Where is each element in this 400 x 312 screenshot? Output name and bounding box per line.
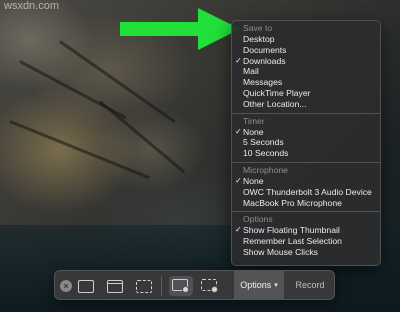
options-menu: Save to Desktop Documents ✓ Downloads Mail Mes… [231,20,381,266]
record-selection-button[interactable] [198,276,222,296]
menu-section-header: Microphone [243,164,288,175]
menu-item[interactable]: Remember Last Selection [232,236,380,247]
menu-item-label: Desktop [243,34,275,44]
menu-separator [232,161,380,163]
menu-item-label: 5 Seconds [243,137,284,148]
menu-item[interactable]: Documents [232,45,380,56]
menu-item[interactable]: MacBook Pro Microphone [232,198,380,209]
menu-item-label: OWC Thunderbolt 3 Audio Device [243,186,372,197]
menu-item[interactable]: Mail [232,66,380,77]
record-selection-icon [201,279,219,293]
close-toolbar-button[interactable]: × [60,280,72,292]
chevron-down-icon: ▾ [274,282,278,289]
menu-section-header: Options [243,214,273,225]
options-label: Options [240,280,272,290]
capture-entire-screen-icon [78,279,94,293]
menu-separator [232,112,380,114]
menu-item-label: Documents [243,44,287,55]
menu-item[interactable]: Show Mouse Clicks [232,247,380,258]
menu-item[interactable]: Messages [232,77,380,88]
menu-item[interactable]: ✓ Downloads [232,56,380,67]
checkmark-icon: ✓ [235,55,242,65]
capture-window-icon [107,279,123,293]
menu-section-header: Timer [243,115,265,126]
menu-item-label: Remember Last Selection [243,236,342,247]
menu-item[interactable]: OWC Thunderbolt 3 Audio Device [232,187,380,198]
watermark-text: wsxdn.com [4,0,60,12]
menu-item[interactable]: 5 Seconds [232,137,380,148]
menu-section-header: Save to [243,23,273,33]
options-button[interactable]: Options ▾ [234,271,284,299]
menu-item-label: Show Floating Thumbnail [243,225,340,236]
menu-item-label: 10 Seconds [243,148,289,159]
record-label: Record [295,280,325,290]
capture-entire-screen-button[interactable] [75,276,97,296]
record-button[interactable]: Record [288,271,332,299]
menu-item[interactable]: ✓ None [232,127,380,138]
menu-separator [232,211,380,213]
menu-item[interactable]: Desktop [232,34,380,45]
menu-item[interactable]: 10 Seconds [232,148,380,159]
screenshot-toolbar: × Options ▾ Record [54,270,335,300]
menu-item-label: Other Location... [243,98,307,109]
menu-item[interactable]: ✓ None [232,176,380,187]
capture-selection-icon [136,279,152,293]
menu-item-label: Downloads [243,55,286,66]
menu-item[interactable]: ✓ Show Floating Thumbnail [232,225,380,236]
menu-item-label: None [243,126,264,137]
menu-item-label: Mail [243,66,259,77]
green-arrow-icon [120,8,240,50]
record-entire-screen-button[interactable] [169,276,193,296]
toolbar-divider [161,276,162,296]
capture-window-button[interactable] [104,276,126,296]
record-entire-screen-icon [172,279,190,293]
menu-item-label: None [243,175,264,186]
menu-item-label: MacBook Pro Microphone [243,197,342,208]
menu-item-label: Messages [243,77,283,88]
checkmark-icon: ✓ [235,225,242,235]
menu-item-label: QuickTime Player [243,87,311,98]
checkmark-icon: ✓ [235,175,242,185]
menu-item[interactable]: QuickTime Player [232,88,380,99]
menu-item-label: Show Mouse Clicks [243,246,318,257]
checkmark-icon: ✓ [235,126,242,136]
capture-selection-button[interactable] [133,276,155,296]
menu-item[interactable]: Other Location... [232,99,380,110]
